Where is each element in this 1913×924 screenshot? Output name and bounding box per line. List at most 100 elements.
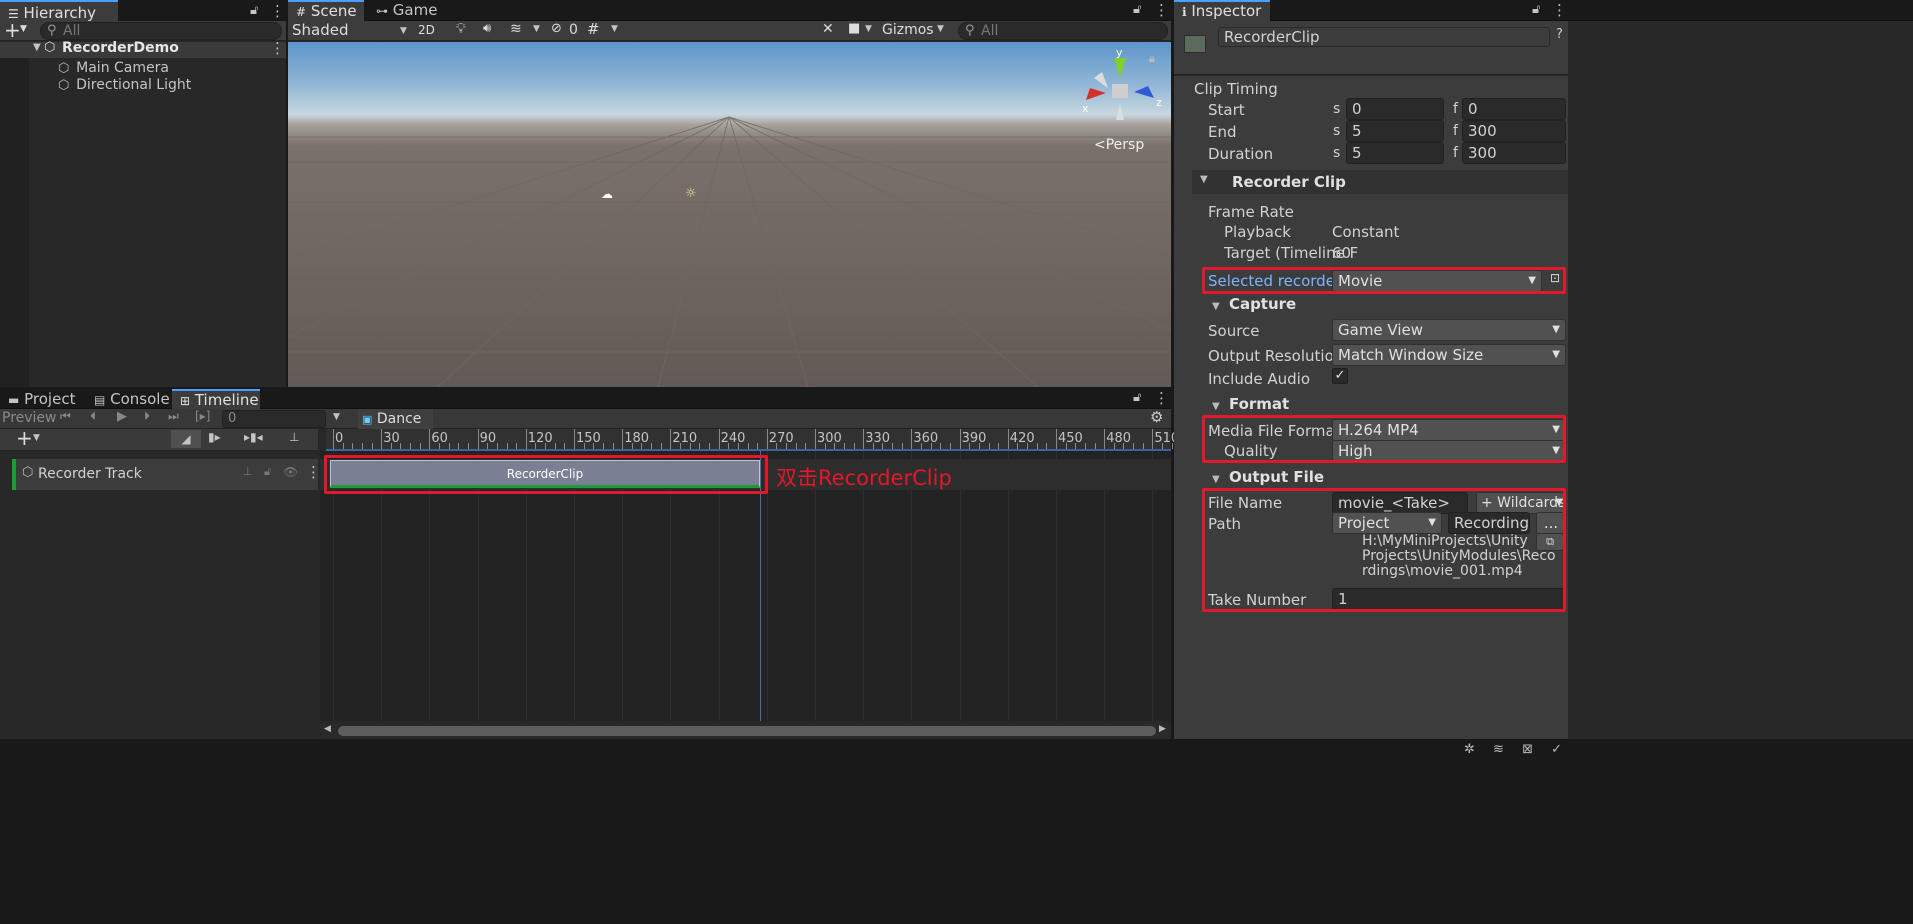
gizmos-dropdown[interactable]: Gizmos	[882, 22, 934, 38]
chevron-down-icon[interactable]: ▼	[865, 24, 872, 34]
shading-mode-dropdown[interactable]: Shaded ▼	[292, 21, 410, 41]
output-resolution-dropdown[interactable]: Match Window Size ▼	[1332, 344, 1566, 366]
track-visibility-icon[interactable]: 👁︎	[283, 465, 298, 479]
audio-toggle-icon[interactable]: 🔊︎	[483, 21, 491, 36]
toggle-2d-button[interactable]: 2D	[418, 21, 442, 41]
database-icon[interactable]: ≋	[1493, 742, 1504, 757]
clip-edit-mode-ripple-icon[interactable]: ▮▸	[208, 430, 221, 444]
settings-gear-icon[interactable]: ⚙	[1150, 408, 1163, 426]
track-pin-icon[interactable]: ⊥	[243, 465, 253, 478]
lighting-toggle-icon[interactable]: 💡︎	[456, 21, 466, 37]
lock-icon[interactable]: 🔓︎	[1133, 2, 1141, 17]
file-name-field[interactable]: movie_<Take>	[1332, 492, 1468, 514]
duration-frames-field[interactable]: 300	[1462, 142, 1566, 164]
lock-icon[interactable]: 🔓︎	[1532, 2, 1540, 17]
orientation-gizmo[interactable]: y x z	[1082, 48, 1171, 128]
chevron-down-icon[interactable]: ▼	[937, 24, 944, 34]
more-menu-icon[interactable]: ⋮	[306, 463, 321, 481]
snap-pin-icon[interactable]: ⊥	[289, 430, 299, 444]
include-audio-checkbox[interactable]: ✓	[1332, 368, 1348, 384]
tools-icon[interactable]: ✕	[822, 21, 834, 37]
grid-snap-icon[interactable]: #	[587, 20, 600, 38]
persp-label[interactable]: <Persp	[1094, 137, 1144, 153]
open-folder-icon[interactable]: ⧉	[1536, 533, 1564, 551]
hierarchy-item-main-camera[interactable]: ⬡ Main Camera	[58, 58, 169, 76]
light-gizmo-icon[interactable]: ☼	[685, 186, 697, 201]
track-recorder[interactable]: ⬡ Recorder Track ⊥ 🔓︎ 👁︎ ⋮	[12, 459, 321, 490]
help-icon[interactable]: ?	[1556, 27, 1563, 42]
horizontal-scrollbar[interactable]: ◀ ▶	[322, 724, 1169, 739]
path-root-dropdown[interactable]: Project ▼	[1332, 512, 1442, 534]
hierarchy-item-directional-light[interactable]: ⬡ Directional Light	[58, 75, 191, 93]
debug-icon[interactable]: ✲	[1464, 742, 1475, 757]
output-file-section-header[interactable]: ▼ Output File	[1212, 468, 1324, 486]
object-name-field[interactable]: RecorderClip	[1218, 27, 1550, 47]
frame-field[interactable]: 0	[222, 410, 326, 428]
lock-icon[interactable]: 🔓︎	[1133, 390, 1141, 405]
more-menu-icon[interactable]: ⋮	[1154, 389, 1169, 407]
next-frame-icon[interactable]: ⏵	[144, 409, 150, 424]
hierarchy-scene-row[interactable]: ▼ ⬡ RecorderDemo ⋮	[0, 39, 286, 58]
duration-seconds-field[interactable]: 5	[1346, 142, 1444, 164]
scroll-thumb[interactable]	[338, 726, 1156, 736]
end-seconds-field[interactable]: 5	[1346, 120, 1444, 142]
tab-game[interactable]: ⊶ Game	[368, 0, 438, 21]
chevron-down-icon[interactable]: ▼	[33, 433, 40, 443]
scene-search-input[interactable]: ⚲ All	[958, 22, 1168, 40]
timeline-asset-breadcrumb[interactable]: ▣ Dance	[358, 409, 433, 429]
time-ruler[interactable]: 0 30 60 90 120 150 180 210 240 270 300 330 360 390 420…	[326, 429, 1289, 451]
play-icon[interactable]: ▶	[117, 409, 127, 424]
chevron-down-icon[interactable]: ▼	[20, 24, 27, 34]
camera-gizmo-icon[interactable]: ☁	[601, 187, 613, 201]
end-frames-field[interactable]: 300	[1462, 120, 1566, 142]
start-frames-field[interactable]: 0	[1462, 98, 1566, 120]
tab-scene[interactable]: # Scene	[288, 0, 364, 21]
more-menu-icon[interactable]: ⋮	[1154, 1, 1169, 19]
chevron-down-icon[interactable]: ▼	[611, 24, 618, 34]
selected-recorder-dropdown[interactable]: Movie ▼	[1332, 270, 1542, 292]
browse-button[interactable]: ...	[1536, 512, 1566, 534]
scroll-right-icon[interactable]: ▶	[1159, 724, 1166, 734]
more-menu-icon[interactable]: ⋮	[270, 39, 285, 57]
chevron-down-icon[interactable]: ▼	[333, 412, 340, 422]
add-icon[interactable]: +	[4, 18, 21, 42]
more-menu-icon[interactable]: ⋮	[1552, 1, 1567, 19]
recorder-clip-section-header[interactable]: ▼ Recorder Clip	[1192, 170, 1568, 194]
tab-project[interactable]: ▬ Project	[0, 389, 86, 409]
path-folder-field[interactable]: Recordings	[1448, 512, 1530, 534]
gizmo-lock-icon[interactable]: 🔒︎	[1149, 52, 1155, 66]
tab-console[interactable]: ▤ Console	[86, 389, 172, 409]
network-icon[interactable]: ⊠	[1522, 742, 1533, 757]
previous-frame-icon[interactable]: ⏴	[90, 409, 96, 424]
go-to-end-icon[interactable]: ⏭	[168, 409, 179, 424]
search-input[interactable]: ⚲ All	[40, 22, 282, 40]
quality-dropdown[interactable]: High ▼	[1332, 440, 1566, 462]
go-to-start-icon[interactable]: ⏮	[60, 409, 71, 424]
scene-viewport[interactable]: ☁ ☼ y x z 🔒︎ <Persp	[288, 42, 1171, 387]
more-menu-icon[interactable]: ⋮	[270, 2, 285, 20]
clip-edit-mode-mix-icon[interactable]: ◢	[171, 430, 201, 448]
hidden-objects-icon[interactable]: ⊘	[551, 21, 562, 36]
clip-edit-mode-replace-icon[interactable]: ▸▮◂	[244, 430, 263, 444]
tab-timeline[interactable]: ⊞ Timeline	[172, 389, 260, 409]
camera-icon[interactable]: ■	[848, 21, 860, 36]
format-section-header[interactable]: ▼ Format	[1212, 395, 1289, 413]
lock-icon[interactable]: 🔓︎	[250, 3, 258, 18]
add-track-icon[interactable]: +	[16, 426, 33, 450]
wildcards-button[interactable]: + Wildcards ▼	[1476, 492, 1566, 514]
take-number-field[interactable]: 1	[1332, 588, 1566, 610]
track-lock-icon[interactable]: 🔓︎	[264, 465, 271, 479]
source-dropdown[interactable]: Game View ▼	[1332, 319, 1566, 341]
capture-section-header[interactable]: ▼ Capture	[1212, 295, 1296, 313]
expand-arrow-icon[interactable]: ▼	[33, 42, 41, 53]
media-file-format-dropdown[interactable]: H.264 MP4 ▼	[1332, 419, 1566, 441]
scroll-left-icon[interactable]: ◀	[324, 724, 331, 734]
status-ok-icon[interactable]: ✓	[1551, 742, 1562, 757]
recorder-clip[interactable]: RecorderClip	[330, 460, 760, 488]
preview-button[interactable]: Preview	[2, 410, 57, 426]
start-seconds-field[interactable]: 0	[1346, 98, 1444, 120]
loop-range-icon[interactable]: [▸]	[195, 409, 210, 423]
effects-toggle-icon[interactable]: ≋	[510, 21, 522, 37]
tab-inspector[interactable]: ℹ Inspector	[1174, 0, 1270, 21]
recorder-menu-icon[interactable]: ⊡	[1550, 271, 1560, 285]
